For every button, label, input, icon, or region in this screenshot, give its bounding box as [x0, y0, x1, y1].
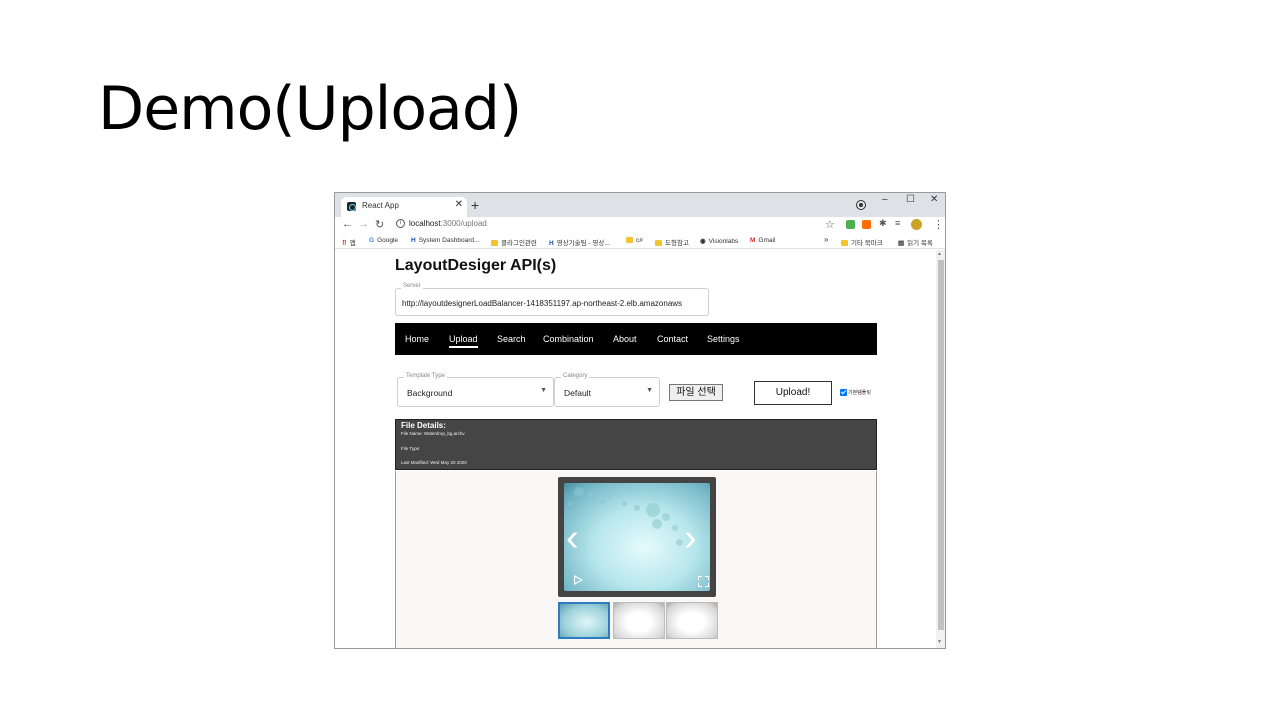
- bookmark-other[interactable]: 기타 북마크: [841, 237, 883, 247]
- template-type-value: Background: [407, 388, 453, 398]
- last-modified: Last Modified: Wed May 20 2020: [401, 460, 467, 465]
- close-window-icon[interactable]: ✕: [930, 194, 938, 205]
- bookmark-csharp[interactable]: c#: [626, 237, 643, 244]
- globe-icon: ◉: [700, 238, 706, 245]
- bookmark-reading-list[interactable]: ▤ 읽기 목록: [898, 237, 933, 247]
- reading-list-icon: ▤: [898, 240, 905, 247]
- dropdown-icon: ▼: [646, 387, 653, 394]
- page-title: LayoutDesiger API(s): [395, 257, 557, 274]
- image-gallery: ‹ ›: [395, 471, 877, 648]
- gallery-thumbnail[interactable]: [558, 602, 610, 639]
- template-type-select[interactable]: Template Type Background ▼: [397, 373, 554, 407]
- folder-icon: [655, 240, 662, 246]
- bookmark-folder[interactable]: 클라그인관련: [491, 237, 537, 247]
- extension-icon[interactable]: [862, 220, 871, 229]
- tab-strip: React App ✕ + – ☐ ✕: [335, 193, 945, 217]
- bookmark-folder-shapes[interactable]: 도형참고: [655, 237, 689, 247]
- maximize-icon[interactable]: ☐: [906, 194, 915, 205]
- nav-home[interactable]: Home: [405, 334, 429, 344]
- folder-icon: [841, 240, 848, 246]
- template-type-label: Template Type: [404, 373, 447, 379]
- gallery-next-icon[interactable]: ›: [684, 519, 697, 557]
- nav-settings[interactable]: Settings: [707, 334, 740, 344]
- bookmark-system-dashboard[interactable]: H System Dashboard...: [411, 237, 479, 244]
- plus-icon[interactable]: +: [471, 197, 479, 213]
- default-template-checkbox[interactable]: [840, 389, 847, 396]
- puzzle-icon[interactable]: ✱: [879, 218, 887, 229]
- category-select[interactable]: Category Default ▼: [554, 373, 660, 407]
- upload-button[interactable]: Upload!: [754, 381, 832, 405]
- file-name: File Name: Waterdrop_bg.archv: [401, 431, 465, 436]
- details-title: File Details:: [401, 421, 446, 430]
- gmail-icon: M: [750, 237, 756, 244]
- category-label: Category: [561, 373, 590, 379]
- gallery-main-image[interactable]: ‹ ›: [558, 477, 716, 597]
- bookmark-apps[interactable]: ⠿ 앱: [342, 237, 356, 247]
- folder-icon: [626, 237, 633, 243]
- nav-about[interactable]: About: [613, 334, 637, 344]
- address-bar[interactable]: i localhost:3000/upload: [391, 218, 841, 232]
- url-text: localhost:3000/upload: [409, 219, 487, 228]
- nav-contact[interactable]: Contact: [657, 334, 688, 344]
- google-icon: G: [369, 237, 375, 244]
- server-value[interactable]: http://layoutdesignerLoadBalancer-141835…: [402, 299, 682, 308]
- gallery-thumbnail[interactable]: [613, 602, 665, 639]
- checkbox-label: 기본템플릿: [848, 390, 872, 396]
- browser-tab[interactable]: React App ✕: [341, 197, 467, 217]
- avatar[interactable]: [911, 219, 922, 230]
- bookmarks-more[interactable]: »: [824, 235, 828, 244]
- minimize-icon[interactable]: –: [882, 194, 888, 205]
- scroll-down-icon[interactable]: ▼: [937, 639, 942, 645]
- file-type: File Type:: [401, 446, 421, 451]
- nav-bar: Home Upload Search Combination About Con…: [395, 323, 877, 355]
- preview-image: ‹ ›: [564, 483, 710, 591]
- nav-upload[interactable]: Upload: [449, 334, 478, 348]
- dropdown-icon: ▼: [540, 387, 547, 394]
- close-icon[interactable]: ✕: [455, 199, 463, 210]
- h-icon: H: [411, 237, 416, 244]
- browser-toolbar: ← → ↻ i localhost:3000/upload ☆ ✱ ≡ ⋮: [335, 217, 945, 234]
- apps-icon: ⠿: [342, 240, 347, 247]
- bookmarks-bar: ⠿ 앱 G Google H System Dashboard... 클라그인관련 H…: [335, 234, 945, 249]
- folder-icon: [491, 240, 498, 246]
- scroll-thumb[interactable]: [938, 260, 944, 630]
- gallery-thumbnail[interactable]: [666, 602, 718, 639]
- back-icon[interactable]: ←: [342, 218, 353, 230]
- browser-window: React App ✕ + – ☐ ✕ ← → ↻ i localhost:30…: [334, 192, 946, 649]
- info-icon[interactable]: i: [396, 219, 405, 228]
- slide-title: Demo(Upload): [98, 74, 522, 144]
- media-icon[interactable]: ≡: [895, 218, 900, 228]
- scrollbar[interactable]: ▲ ▼: [936, 250, 945, 648]
- bookmark-gmail[interactable]: M Gmail: [750, 237, 775, 244]
- play-icon[interactable]: [574, 575, 583, 585]
- file-select-button[interactable]: 파일 선택: [669, 384, 723, 401]
- star-icon[interactable]: ☆: [825, 218, 835, 231]
- bookmark-video[interactable]: H 영상기술팀 - 영상...: [549, 237, 610, 247]
- page-viewport: LayoutDesiger API(s) Server http://layou…: [335, 250, 935, 648]
- server-field[interactable]: Server http://layoutdesignerLoadBalancer…: [395, 283, 709, 316]
- bookmark-google[interactable]: G Google: [369, 237, 398, 244]
- extension-icon[interactable]: [846, 220, 855, 229]
- nav-search[interactable]: Search: [497, 334, 526, 344]
- react-icon: [347, 202, 356, 211]
- category-value: Default: [564, 388, 591, 398]
- scroll-up-icon[interactable]: ▲: [937, 251, 942, 257]
- server-label: Server: [401, 283, 423, 289]
- gallery-prev-icon[interactable]: ‹: [566, 519, 579, 557]
- nav-combination[interactable]: Combination: [543, 334, 594, 344]
- fullscreen-icon[interactable]: [698, 576, 709, 587]
- reload-icon[interactable]: ↻: [375, 218, 384, 231]
- h-icon: H: [549, 240, 554, 247]
- menu-icon[interactable]: ⋮: [933, 218, 944, 231]
- record-icon[interactable]: [857, 201, 865, 209]
- file-details-panel: File Details: File Name: Waterdrop_bg.ar…: [395, 419, 877, 470]
- bookmark-visionlabs[interactable]: ◉ Visionlabs: [700, 237, 738, 245]
- tab-title: React App: [362, 201, 399, 210]
- forward-icon[interactable]: →: [358, 218, 369, 230]
